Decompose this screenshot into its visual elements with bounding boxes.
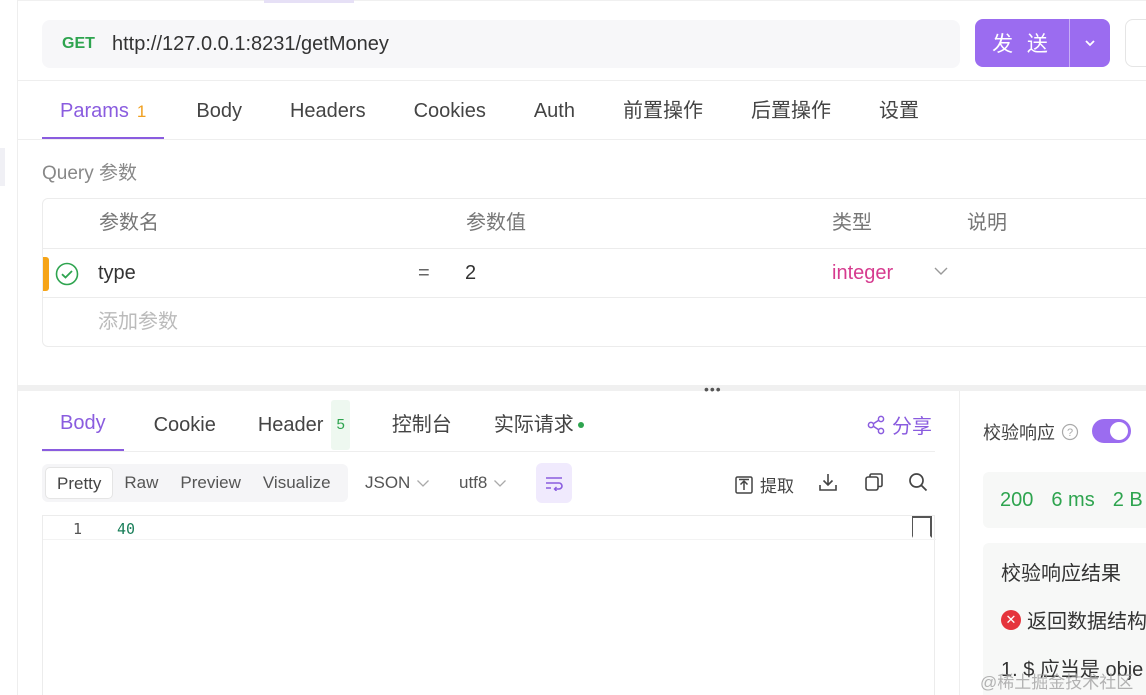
- response-editor[interactable]: 1 40: [42, 515, 936, 695]
- send-button-label: 发 送: [992, 33, 1052, 56]
- url-input[interactable]: http://127.0.0.1:8231/getMoney: [112, 33, 389, 56]
- encoding-select[interactable]: utf8: [459, 464, 507, 502]
- response-tabs-divider: [42, 451, 935, 452]
- param-name-input[interactable]: type: [98, 249, 136, 298]
- tab-response-body[interactable]: Body: [42, 398, 124, 452]
- share-icon: [867, 415, 885, 434]
- extract-icon: [735, 475, 753, 494]
- tab-settings[interactable]: 设置: [879, 88, 919, 140]
- url-bar[interactable]: GET http://127.0.0.1:8231/getMoney: [42, 20, 960, 68]
- column-header-value: 参数值: [466, 212, 526, 234]
- top-border: [18, 0, 1146, 1]
- search-icon[interactable]: [908, 472, 928, 492]
- table-row: type = 2 integer: [43, 248, 1146, 297]
- verify-result-title: 校验响应结果: [1001, 563, 1121, 585]
- chevron-down-icon: [417, 479, 430, 487]
- drag-handle-icon[interactable]: •••: [704, 381, 722, 397]
- chevron-down-icon: [1085, 40, 1095, 47]
- column-header-type: 类型: [832, 212, 872, 234]
- wrap-lines-icon: [546, 477, 563, 491]
- query-section-label: Query 参数: [42, 163, 138, 184]
- response-content[interactable]: 40: [117, 520, 135, 538]
- active-tab-indicator: [264, 0, 354, 3]
- chevron-down-icon[interactable]: [933, 266, 949, 276]
- tab-post-operations[interactable]: 后置操作: [751, 88, 831, 140]
- tab-headers[interactable]: Headers: [290, 88, 366, 140]
- editor-scrollbar[interactable]: [912, 516, 932, 538]
- format-visualize[interactable]: Visualize: [252, 467, 342, 499]
- svg-text:?: ?: [1067, 427, 1073, 439]
- response-status-summary: 200 6 ms 2 B: [983, 472, 1146, 528]
- help-icon[interactable]: ?: [1061, 423, 1079, 441]
- response-tabs: Body Cookie Header 5 控制台 实际请求: [42, 398, 626, 452]
- response-time: 6 ms: [1051, 488, 1095, 511]
- status-dot: [577, 422, 584, 428]
- toggle-knob: [1110, 422, 1128, 440]
- download-icon[interactable]: [818, 472, 838, 492]
- tab-response-header[interactable]: Header 5: [258, 398, 350, 452]
- param-operator: =: [418, 262, 430, 284]
- header-count-badge: 5: [331, 400, 350, 450]
- extract-button[interactable]: 提取: [734, 472, 794, 497]
- param-value-input[interactable]: 2: [465, 249, 476, 298]
- status-code: 200: [1000, 488, 1034, 511]
- row-drag-handle[interactable]: [43, 257, 49, 291]
- divider: [18, 80, 1146, 81]
- error-icon: ✕: [1001, 609, 1021, 630]
- tab-response-cookie[interactable]: Cookie: [154, 398, 216, 452]
- left-rail-marker: [0, 148, 5, 186]
- tab-params[interactable]: Params 1: [42, 88, 165, 140]
- add-param-row[interactable]: 添加参数: [43, 297, 1146, 346]
- share-button[interactable]: 分享: [866, 410, 932, 439]
- format-preview[interactable]: Preview: [169, 467, 251, 499]
- format-selector: Pretty Raw Preview Visualize: [42, 464, 348, 502]
- tab-pre-operations[interactable]: 前置操作: [623, 88, 703, 140]
- send-options-button[interactable]: [1070, 39, 1110, 47]
- share-label: 分享: [892, 416, 932, 438]
- line-number: 1: [73, 520, 83, 538]
- table-header-row: 参数名 参数值 类型 说明: [43, 199, 1146, 248]
- word-wrap-button[interactable]: [536, 463, 572, 503]
- column-header-description: 说明: [967, 212, 1007, 234]
- format-pretty[interactable]: Pretty: [45, 467, 114, 499]
- tab-actual-request[interactable]: 实际请求: [494, 398, 584, 452]
- tab-body[interactable]: Body: [196, 88, 242, 140]
- params-table: 参数名 参数值 类型 说明 type = 2 integer 添加参数: [42, 198, 1146, 347]
- copy-icon[interactable]: [864, 472, 884, 492]
- param-type-select[interactable]: integer: [832, 249, 893, 298]
- verify-response-toggle[interactable]: [1092, 419, 1131, 443]
- tabs-divider: [18, 139, 1146, 140]
- tab-cookies[interactable]: Cookies: [414, 88, 486, 140]
- panel-splitter[interactable]: •••: [18, 381, 1146, 397]
- send-button[interactable]: 发 送: [975, 19, 1110, 67]
- more-button[interactable]: [1125, 19, 1146, 67]
- watermark: @稀土掘金技术社区: [980, 673, 1134, 692]
- check-circle-icon[interactable]: [55, 262, 79, 286]
- chevron-down-icon: [494, 479, 507, 487]
- editor-line: [43, 516, 936, 540]
- add-param-placeholder[interactable]: 添加参数: [98, 298, 178, 347]
- extract-label: 提取: [760, 477, 794, 496]
- column-header-name: 参数名: [99, 212, 159, 234]
- tab-console[interactable]: 控制台: [392, 398, 452, 452]
- params-count-badge: 1: [136, 102, 147, 121]
- request-tabs: Params 1 Body Headers Cookies Auth 前置操作 后…: [42, 88, 967, 140]
- verify-response-label: 校验响应 ?: [983, 419, 1079, 445]
- left-rail: [0, 0, 18, 695]
- language-select[interactable]: JSON: [365, 464, 430, 502]
- response-size: 2 B: [1112, 488, 1143, 511]
- verify-error: ✕ 返回数据结构: [1001, 605, 1146, 634]
- format-raw[interactable]: Raw: [113, 467, 169, 499]
- tab-auth[interactable]: Auth: [534, 88, 575, 140]
- right-panel-divider: [959, 391, 960, 695]
- http-method[interactable]: GET: [62, 35, 112, 53]
